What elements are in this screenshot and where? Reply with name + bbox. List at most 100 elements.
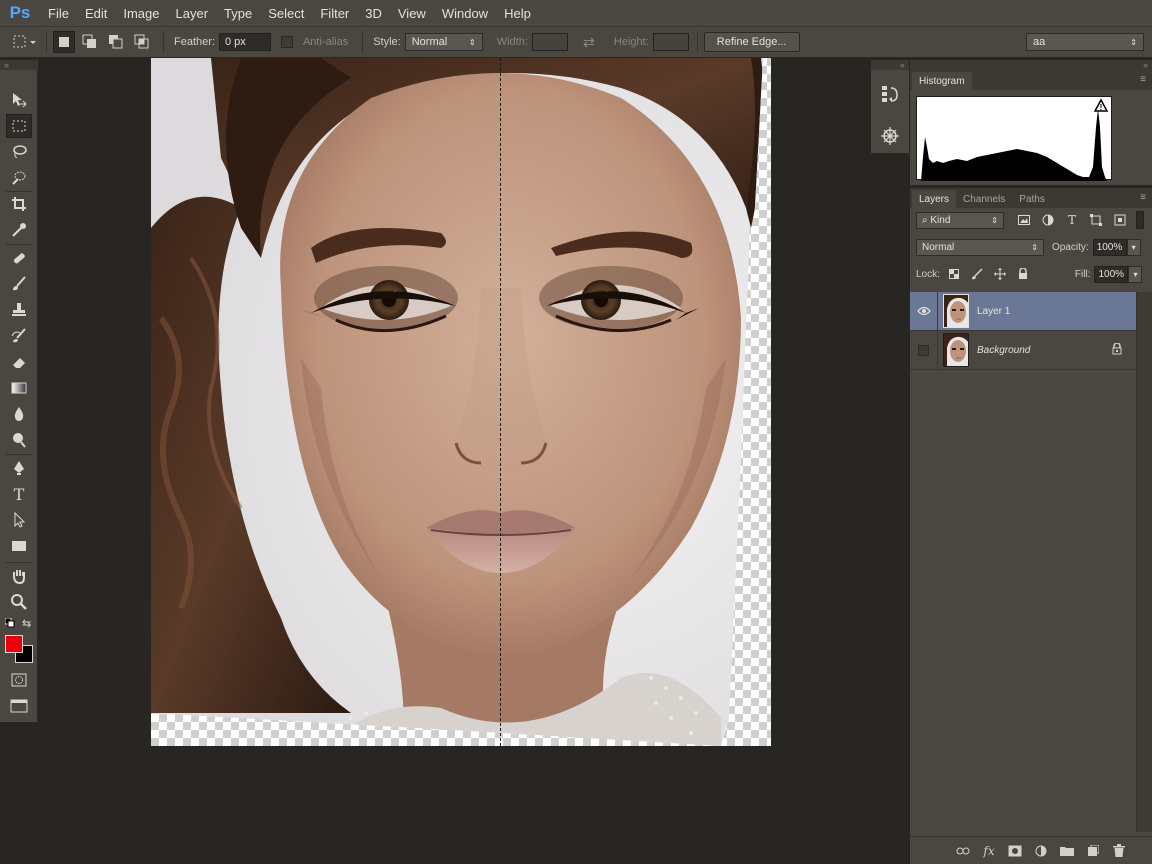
layer-visibility-toggle[interactable] (910, 330, 938, 370)
lock-transparent-pixels-icon[interactable] (944, 265, 964, 283)
filter-smart-object-icon[interactable] (1110, 211, 1130, 229)
menu-help[interactable]: Help (496, 6, 539, 21)
layer-visibility-toggle[interactable] (910, 291, 938, 331)
tool-preset-marquee-icon[interactable] (10, 31, 40, 53)
add-to-selection-icon[interactable] (79, 31, 101, 53)
panel-menu-icon[interactable]: ≡ (1140, 74, 1146, 85)
layer-name[interactable]: Layer 1 (977, 306, 1136, 317)
histogram-panel: Histogram ≡ ! (910, 70, 1152, 186)
mini-panel-collapse-handle[interactable]: « (871, 60, 909, 70)
crop-tool-icon[interactable] (6, 192, 32, 216)
history-panel-icon[interactable] (878, 82, 902, 106)
quick-selection-tool-icon[interactable] (6, 166, 32, 190)
lock-image-pixels-icon[interactable] (967, 265, 987, 283)
updown-icon: ⇕ (469, 37, 476, 47)
link-layers-icon[interactable] (950, 841, 976, 861)
menu-filter[interactable]: Filter (312, 6, 357, 21)
lock-all-icon[interactable] (1013, 265, 1033, 283)
menu-select[interactable]: Select (260, 6, 312, 21)
menu-layer[interactable]: Layer (168, 6, 217, 21)
foreground-color-swatch[interactable] (5, 635, 23, 653)
filter-pixel-icon[interactable] (1014, 211, 1034, 229)
opacity-dropdown-icon[interactable]: ▾ (1126, 238, 1141, 256)
zoom-tool-icon[interactable] (6, 590, 32, 614)
filter-shape-icon[interactable] (1086, 211, 1106, 229)
document-canvas[interactable] (151, 58, 771, 746)
tab-paths[interactable]: Paths (1012, 190, 1052, 208)
toolbar-collapse-handle[interactable]: » (0, 60, 38, 70)
layer-row[interactable]: Layer 1 (910, 291, 1136, 331)
blur-tool-icon[interactable] (6, 402, 32, 426)
brush-tool-icon[interactable] (6, 272, 32, 296)
healing-brush-tool-icon[interactable] (6, 246, 32, 270)
style-label: Style: (373, 36, 401, 48)
gradient-tool-icon[interactable] (6, 376, 32, 400)
delete-layer-icon[interactable] (1106, 841, 1132, 861)
properties-panel-icon[interactable] (878, 124, 902, 148)
layer-name[interactable]: Background (977, 345, 1112, 356)
eyedropper-tool-icon[interactable] (6, 218, 32, 242)
menu-type[interactable]: Type (216, 6, 260, 21)
filter-adjustment-icon[interactable] (1038, 211, 1058, 229)
workspace-select[interactable]: aa ⇕ (1026, 33, 1144, 51)
style-select[interactable]: Normal ⇕ (404, 33, 483, 51)
path-selection-tool-icon[interactable] (6, 508, 32, 532)
clone-stamp-tool-icon[interactable] (6, 298, 32, 322)
rectangle-tool-icon[interactable] (6, 534, 32, 558)
new-layer-icon[interactable] (1080, 841, 1106, 861)
filter-toggle[interactable] (1136, 211, 1144, 229)
layers-scrollbar[interactable] (1136, 292, 1152, 832)
history-brush-tool-icon[interactable] (6, 324, 32, 348)
histogram-tabs: Histogram ≡ (910, 70, 1152, 90)
fill-input[interactable]: 100% (1094, 265, 1129, 283)
right-panels-collapse-handle[interactable]: » (910, 60, 1152, 70)
eraser-tool-icon[interactable] (6, 350, 32, 374)
default-colors-icon[interactable] (4, 617, 15, 628)
subtract-from-selection-icon[interactable] (105, 31, 127, 53)
tab-channels[interactable]: Channels (956, 190, 1012, 208)
height-input[interactable] (652, 33, 689, 51)
width-label: Width: (496, 36, 528, 48)
pen-tool-icon[interactable] (6, 456, 32, 480)
layer-filter-select[interactable]: ⌕ Kind ⇕ (916, 211, 1004, 229)
intersect-selection-icon[interactable] (131, 31, 153, 53)
layer-row[interactable]: Background (910, 330, 1136, 370)
panel-menu-icon[interactable]: ≡ (1140, 192, 1146, 203)
divider (163, 31, 164, 53)
menu-file[interactable]: File (40, 6, 77, 21)
new-selection-icon[interactable] (53, 31, 75, 53)
swap-colors-icon[interactable]: ⇆ (22, 617, 31, 630)
collapsed-panels (871, 70, 909, 154)
adjustment-layer-icon[interactable] (1028, 841, 1054, 861)
screen-mode-icon[interactable] (6, 694, 32, 718)
refine-edge-button[interactable]: Refine Edge... (703, 32, 800, 52)
lasso-tool-icon[interactable] (6, 140, 32, 164)
add-mask-icon[interactable] (1002, 841, 1028, 861)
hand-tool-icon[interactable] (6, 564, 32, 588)
updown-icon: ⇕ (1130, 37, 1137, 47)
dodge-tool-icon[interactable] (6, 428, 32, 452)
lock-position-icon[interactable] (990, 265, 1010, 283)
feather-input[interactable]: 0 px (218, 33, 271, 51)
menu-view[interactable]: View (390, 6, 434, 21)
move-tool-icon[interactable] (6, 88, 32, 112)
menu-3d[interactable]: 3D (357, 6, 390, 21)
layer-filter-row: ⌕ Kind ⇕ T (910, 208, 1152, 232)
filter-type-icon[interactable]: T (1062, 211, 1082, 229)
fx-icon[interactable]: fx (976, 841, 1002, 861)
menu-image[interactable]: Image (115, 6, 167, 21)
type-tool-icon[interactable]: T (6, 482, 32, 506)
fill-dropdown-icon[interactable]: ▾ (1128, 265, 1143, 283)
rectangular-marquee-tool-icon[interactable] (6, 114, 32, 138)
quick-mask-icon[interactable] (6, 668, 32, 692)
blend-mode-select[interactable]: Normal ⇕ (916, 238, 1044, 256)
opacity-input[interactable]: 100% (1092, 238, 1127, 256)
new-group-icon[interactable] (1054, 841, 1080, 861)
menu-edit[interactable]: Edit (77, 6, 115, 21)
swap-width-height-icon[interactable]: ⇄ (578, 31, 600, 53)
tab-layers[interactable]: Layers (912, 190, 957, 208)
width-input[interactable] (531, 33, 568, 51)
antialias-checkbox[interactable] (280, 36, 293, 48)
menu-window[interactable]: Window (434, 6, 496, 21)
tab-histogram[interactable]: Histogram (912, 72, 972, 90)
